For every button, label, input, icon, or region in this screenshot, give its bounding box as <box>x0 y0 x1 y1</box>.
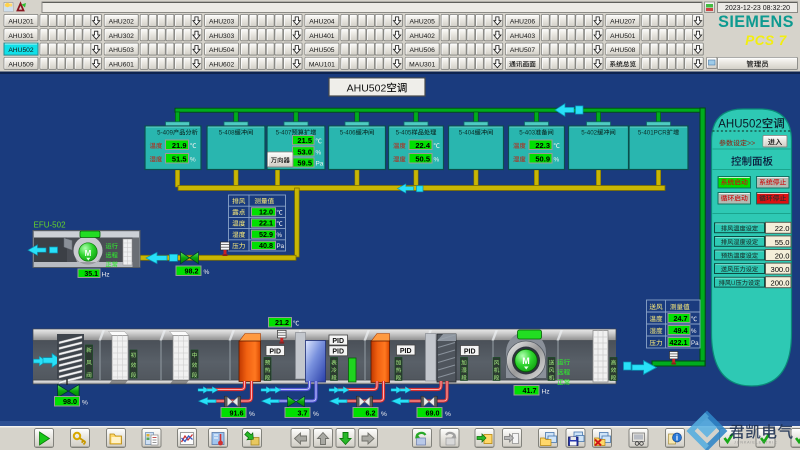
svg-text:2023-12-23 08:32:20: 2023-12-23 08:32:20 <box>725 5 790 12</box>
svg-text:EFU-502: EFU-502 <box>34 220 67 229</box>
svg-text:5-405: 5-405 <box>396 130 412 137</box>
svg-text:AHU508: AHU508 <box>610 47 636 54</box>
svg-text:PCS 7: PCS 7 <box>745 33 788 48</box>
svg-text:AHU507: AHU507 <box>510 47 536 54</box>
svg-text:%: % <box>554 157 560 164</box>
svg-text:6.2: 6.2 <box>365 409 375 418</box>
svg-text:PID: PID <box>332 349 344 356</box>
svg-text:AHU502: AHU502 <box>8 47 34 54</box>
svg-text:53.0: 53.0 <box>297 147 312 156</box>
svg-text:Pa: Pa <box>316 161 324 168</box>
svg-text:MAU101: MAU101 <box>309 62 335 69</box>
svg-text:AHU206: AHU206 <box>510 19 536 26</box>
svg-text:200.0: 200.0 <box>770 279 789 288</box>
svg-text:3.7: 3.7 <box>297 409 307 418</box>
svg-text:U: U <box>731 280 735 287</box>
svg-text:M: M <box>522 356 530 366</box>
svg-text:%: % <box>277 232 283 239</box>
svg-text:5-403: 5-403 <box>519 130 535 137</box>
svg-text:AHU207: AHU207 <box>610 19 636 26</box>
svg-text:22.3: 22.3 <box>535 141 550 150</box>
svg-text:AHU203: AHU203 <box>209 19 235 26</box>
svg-text:41.7: 41.7 <box>522 386 536 395</box>
svg-text:%: % <box>445 411 451 418</box>
svg-text:22.1: 22.1 <box>259 219 273 228</box>
svg-text:50.5: 50.5 <box>415 154 430 163</box>
svg-text:5-408: 5-408 <box>219 130 235 137</box>
svg-text:PID: PID <box>332 338 344 345</box>
svg-text:AHU301: AHU301 <box>8 33 34 40</box>
svg-text:%: % <box>249 411 255 418</box>
svg-text:AHU403: AHU403 <box>510 33 536 40</box>
svg-text:AHU602: AHU602 <box>209 62 235 69</box>
svg-text:69.0: 69.0 <box>425 409 439 418</box>
svg-text:51.5: 51.5 <box>172 154 187 163</box>
svg-text:300.0: 300.0 <box>770 265 789 274</box>
svg-text:AHU303: AHU303 <box>209 33 235 40</box>
svg-text:AHU502: AHU502 <box>718 119 761 131</box>
svg-text:%: % <box>691 328 697 335</box>
svg-text:98.2: 98.2 <box>184 267 198 276</box>
svg-text:Hz: Hz <box>542 389 550 396</box>
svg-text:AHU509: AHU509 <box>8 62 34 69</box>
svg-text:5-402: 5-402 <box>581 130 597 137</box>
svg-text:AHU601: AHU601 <box>109 62 135 69</box>
svg-text:24.7: 24.7 <box>673 314 687 323</box>
svg-text:%: % <box>434 157 440 164</box>
svg-text:AHU402: AHU402 <box>410 33 436 40</box>
svg-text:5-407: 5-407 <box>276 130 292 137</box>
svg-text:Pa: Pa <box>277 243 285 250</box>
svg-text:5-409: 5-409 <box>157 130 173 137</box>
svg-text:%: % <box>316 150 322 157</box>
svg-text:12.0: 12.0 <box>259 207 273 216</box>
svg-text:SIEMENS: SIEMENS <box>718 13 794 31</box>
svg-text:AHU501: AHU501 <box>610 33 636 40</box>
svg-text:AHU502: AHU502 <box>347 83 387 95</box>
svg-text:21.5: 21.5 <box>297 136 312 145</box>
svg-text:PID: PID <box>464 348 476 355</box>
svg-text:%: % <box>204 269 210 276</box>
svg-text:AHU503: AHU503 <box>109 47 135 54</box>
svg-text:Pa: Pa <box>691 340 699 347</box>
svg-text:20.0: 20.0 <box>775 251 790 260</box>
svg-text:AHU201: AHU201 <box>8 19 34 26</box>
svg-text:5-406: 5-406 <box>340 130 356 137</box>
svg-text:52.9: 52.9 <box>259 230 273 239</box>
svg-text:J U N K A I E L E C T R I C: J U N K A I E L E C T R I C <box>734 441 777 445</box>
svg-text:%: % <box>381 411 387 418</box>
svg-text:i: i <box>676 434 678 443</box>
svg-text:AHU302: AHU302 <box>109 33 135 40</box>
svg-text:55.0: 55.0 <box>775 238 790 247</box>
svg-text:AHU504: AHU504 <box>209 47 235 54</box>
svg-text:Hz: Hz <box>102 271 110 278</box>
svg-text:%: % <box>190 157 196 164</box>
svg-text:422.1: 422.1 <box>669 338 687 347</box>
svg-text:22.0: 22.0 <box>775 224 790 233</box>
svg-text:AHU205: AHU205 <box>410 19 436 26</box>
svg-text:35.1: 35.1 <box>84 271 98 278</box>
svg-text:AHU506: AHU506 <box>410 47 436 54</box>
svg-text:21.9: 21.9 <box>172 141 187 150</box>
svg-text:21.2: 21.2 <box>275 318 289 327</box>
svg-text:>>: >> <box>747 141 755 148</box>
svg-text:59.5: 59.5 <box>297 159 312 168</box>
svg-text:5-404: 5-404 <box>459 130 475 137</box>
svg-text:22.4: 22.4 <box>415 141 430 150</box>
svg-text:%: % <box>313 411 319 418</box>
svg-text:AHU401: AHU401 <box>309 33 335 40</box>
svg-text:50.9: 50.9 <box>535 154 550 163</box>
svg-text:%: % <box>82 400 88 407</box>
svg-text:5-401PCR: 5-401PCR <box>638 130 667 137</box>
svg-text:MAU301: MAU301 <box>409 62 435 69</box>
svg-text:AHU204: AHU204 <box>309 19 335 26</box>
svg-text:AHU505: AHU505 <box>309 47 335 54</box>
svg-text:M: M <box>85 249 92 258</box>
svg-text:AHU202: AHU202 <box>109 19 135 26</box>
svg-text:91.6: 91.6 <box>229 409 243 418</box>
svg-text:49.4: 49.4 <box>673 326 687 335</box>
svg-text:PID: PID <box>400 348 412 355</box>
svg-text:40.8: 40.8 <box>259 241 273 250</box>
svg-text:98.0: 98.0 <box>63 397 77 406</box>
svg-text:PID: PID <box>269 348 281 355</box>
